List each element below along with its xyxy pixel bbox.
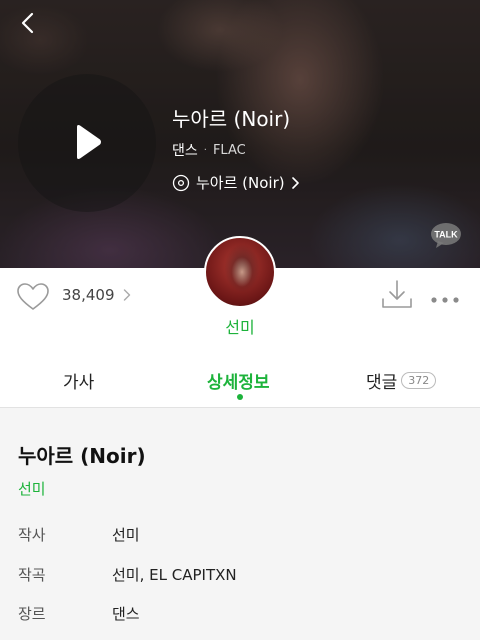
- more-button[interactable]: [430, 290, 460, 303]
- tab-details[interactable]: 상세정보: [207, 368, 270, 393]
- separator: ·: [203, 144, 207, 156]
- detail-row-composer: 작곡 선미, EL CAPITXN: [18, 564, 237, 585]
- tab-lyrics[interactable]: 가사: [63, 368, 94, 393]
- tab-divider: [0, 407, 480, 408]
- back-button[interactable]: [14, 10, 44, 40]
- detail-row-genre: 장르 댄스: [18, 603, 140, 624]
- chevron-right-icon: [291, 176, 299, 189]
- active-tab-indicator: [237, 394, 243, 400]
- disc-icon: [172, 174, 190, 191]
- detail-label: 작곡: [18, 566, 46, 584]
- like-count[interactable]: 38,409: [62, 286, 115, 304]
- genre-format-row: 댄스 · FLAC: [172, 140, 246, 160]
- album-title: 누아르 (Noir): [196, 174, 285, 192]
- genre-label: 댄스: [172, 143, 198, 159]
- heart-icon: [17, 283, 49, 310]
- kakaotalk-icon[interactable]: TALK: [430, 222, 462, 250]
- format-label: FLAC: [212, 142, 246, 158]
- artist-name[interactable]: 선미: [0, 314, 480, 338]
- download-button[interactable]: [380, 279, 414, 311]
- play-icon[interactable]: [74, 124, 102, 160]
- like-button[interactable]: [16, 282, 50, 312]
- talk-label: TALK: [434, 230, 458, 240]
- detail-row-lyricist: 작사 선미: [18, 524, 140, 545]
- detail-artist-link[interactable]: 선미: [18, 478, 46, 499]
- detail-song-title: 누아르 (Noir): [18, 444, 146, 468]
- tab-comments[interactable]: 댓글 372: [366, 368, 437, 393]
- download-icon: [382, 280, 412, 308]
- song-title: 누아르 (Noir): [172, 107, 291, 131]
- detail-label: 작사: [18, 526, 46, 544]
- detail-value: 댄스: [112, 605, 140, 623]
- comment-count-badge: 372: [401, 372, 437, 389]
- artist-avatar[interactable]: [204, 236, 276, 308]
- detail-value: 선미, EL CAPITXN: [112, 566, 237, 584]
- more-icon: [431, 297, 459, 303]
- detail-label: 장르: [18, 605, 46, 623]
- album-link[interactable]: 누아르 (Noir): [172, 172, 300, 193]
- tab-comments-label: 댓글: [366, 373, 398, 393]
- back-arrow-icon: [21, 12, 34, 34]
- detail-value: 선미: [112, 526, 140, 544]
- chevron-right-icon: [123, 289, 131, 301]
